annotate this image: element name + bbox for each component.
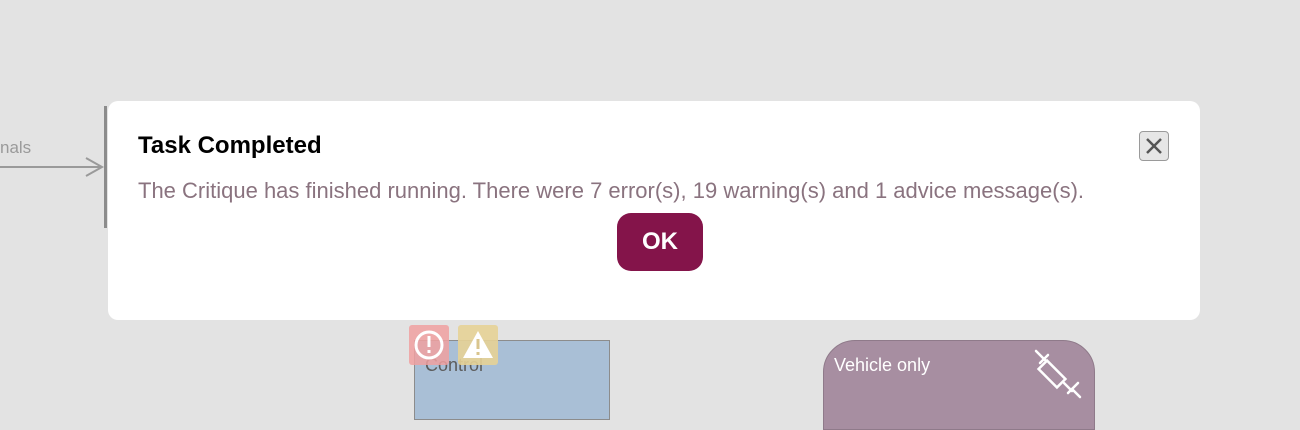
edge-arrow: [0, 157, 105, 177]
warning-icon: [463, 331, 493, 358]
error-badge[interactable]: [409, 325, 449, 365]
diagram-canvas: nals Control Vehicle only Task Completed…: [0, 0, 1300, 430]
close-button[interactable]: [1139, 131, 1169, 161]
close-icon: [1146, 138, 1162, 154]
syringe-icon: [1034, 349, 1082, 399]
node-edge: [104, 106, 107, 228]
warning-badge[interactable]: [458, 325, 498, 365]
task-completed-dialog: Task Completed The Critique has finished…: [108, 101, 1200, 320]
vehicle-node[interactable]: Vehicle only: [823, 340, 1095, 430]
vehicle-node-label: Vehicle only: [834, 355, 931, 375]
error-icon: [414, 330, 444, 360]
dialog-title: Task Completed: [138, 132, 322, 159]
ok-button[interactable]: OK: [617, 213, 703, 271]
dialog-message: The Critique has finished running. There…: [138, 178, 1085, 203]
